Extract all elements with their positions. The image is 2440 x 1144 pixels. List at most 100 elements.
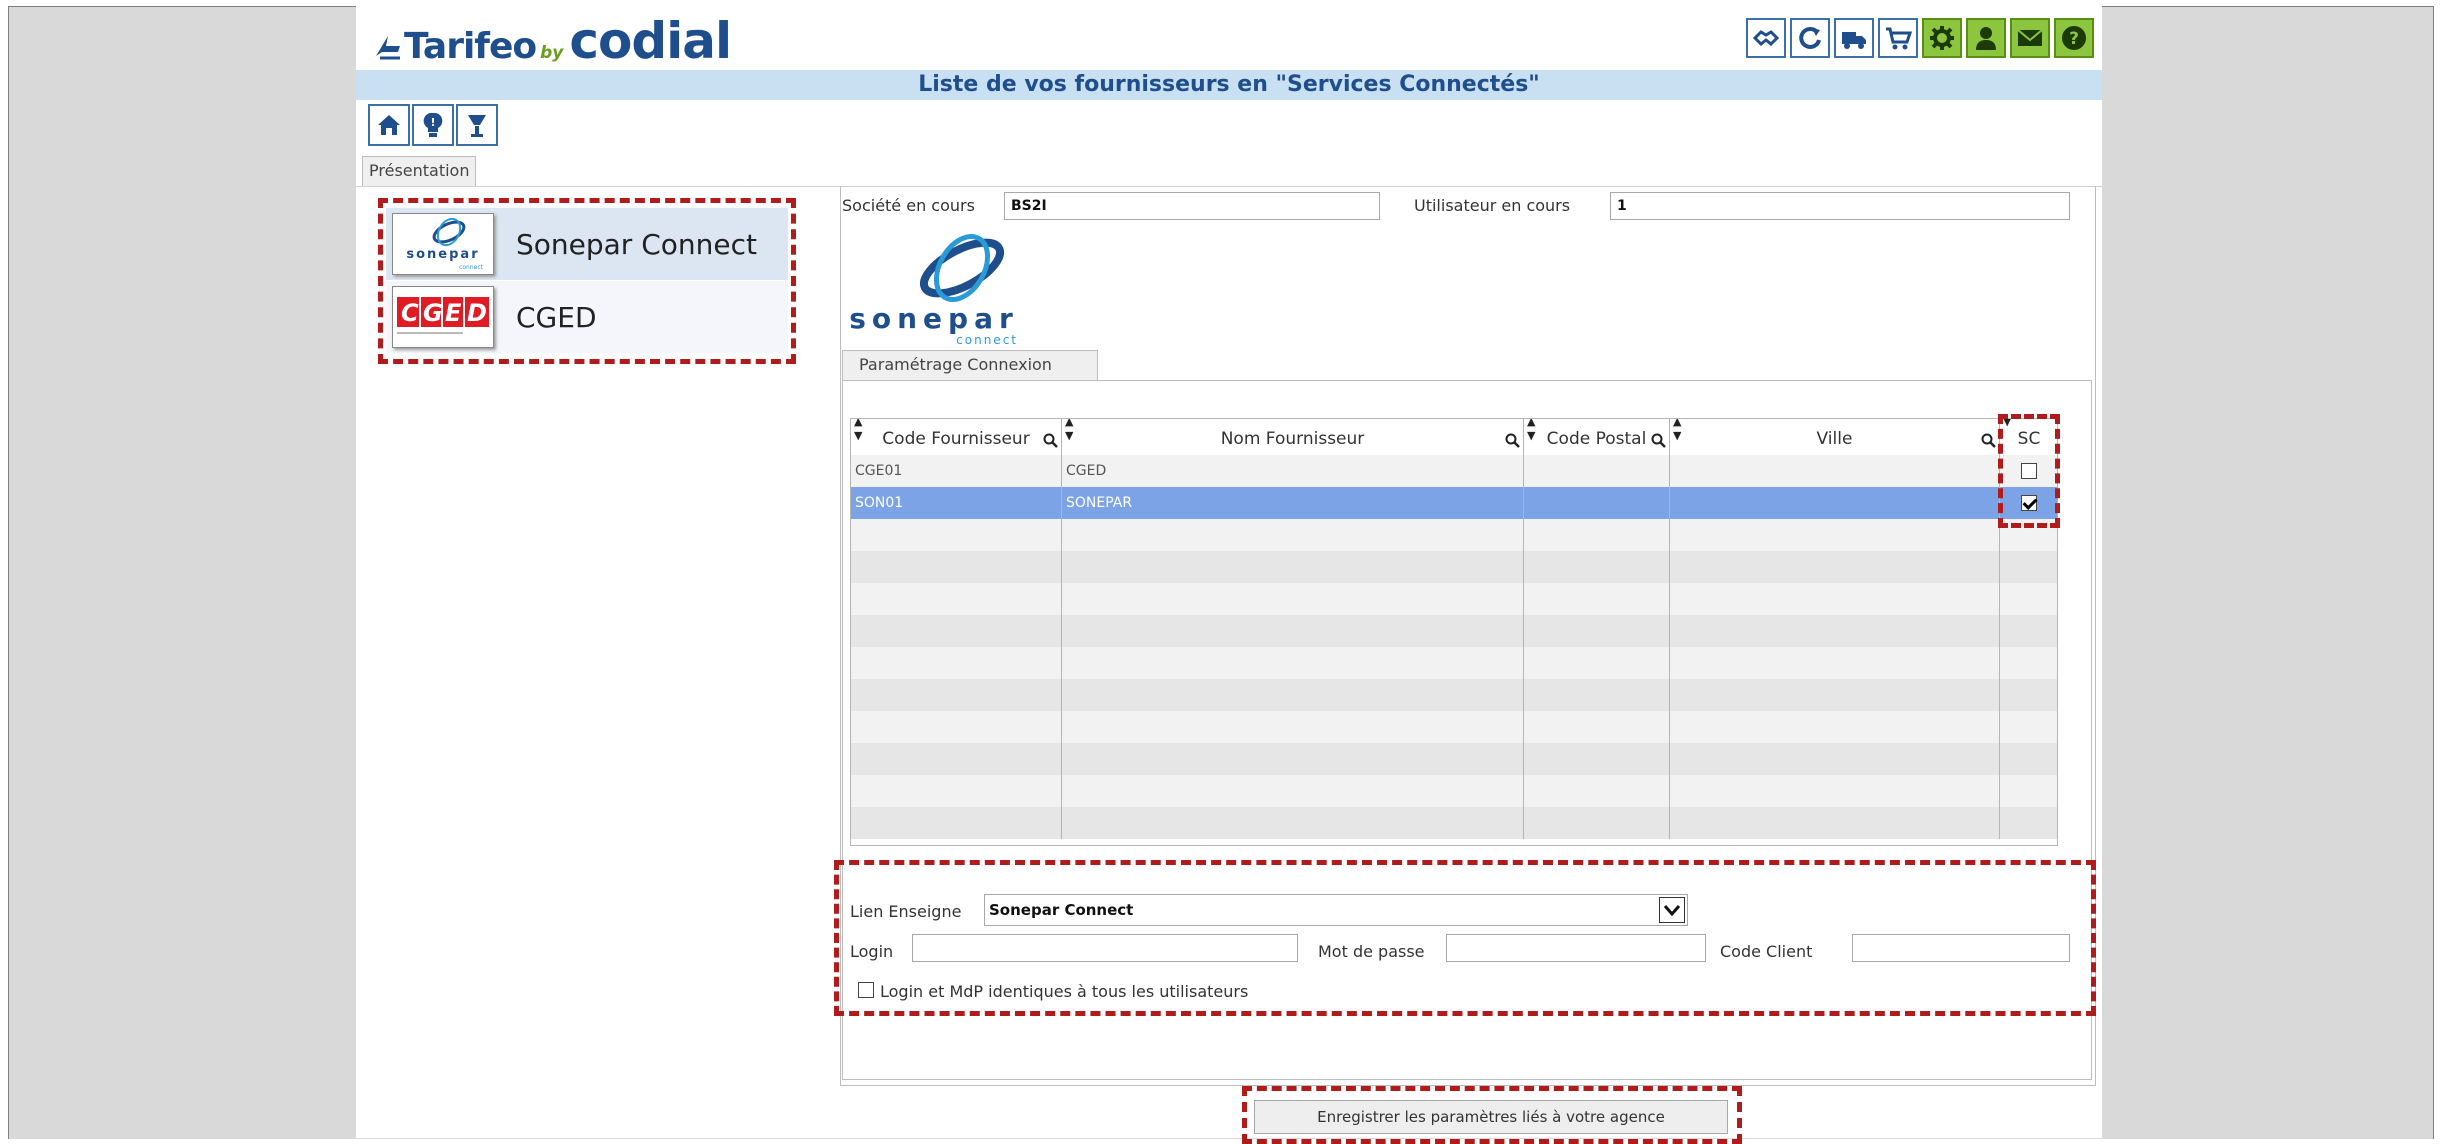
- svg-text:sonepar: sonepar: [406, 247, 479, 262]
- sc-column-highlight: [1998, 414, 2060, 528]
- sonepar-logo-word: sonepar: [849, 302, 1019, 335]
- lightbulb-icon[interactable]: !: [412, 104, 454, 146]
- table-cell: [1524, 519, 1670, 551]
- save-button[interactable]: Enregistrer les paramètres liés à votre …: [1254, 1100, 1728, 1134]
- lien-enseigne-select[interactable]: Sonepar Connect: [984, 894, 1688, 926]
- table-cell: [1062, 615, 1524, 647]
- table-cell: [1670, 711, 2000, 743]
- supplier-name: Sonepar Connect: [516, 227, 757, 261]
- page-title: Liste de vos fournisseurs en "Services C…: [356, 70, 2102, 100]
- logo-by: by: [540, 43, 564, 63]
- table-cell: [851, 807, 1062, 839]
- table-cell: CGE01: [851, 455, 1062, 487]
- handshake-icon[interactable]: [1746, 18, 1786, 58]
- sort-icon[interactable]: ▲ ▼: [854, 419, 862, 443]
- table-cell: [1670, 487, 2000, 519]
- user-icon[interactable]: [1966, 18, 2006, 58]
- table-cell: [2000, 583, 2057, 615]
- sonepar-logo-thumb: sonepar connect: [392, 213, 494, 275]
- svg-text:C: C: [401, 299, 419, 327]
- empty-table-row: [851, 775, 2057, 807]
- table-cell: [851, 679, 1062, 711]
- table-cell: [1524, 679, 1670, 711]
- login-label: Login: [850, 942, 894, 961]
- table-cell: [2000, 807, 2057, 839]
- empty-table-row: [851, 679, 2057, 711]
- column-header-code-postal[interactable]: ▲ ▼ Code Postal: [1524, 419, 1670, 455]
- table-cell: [1062, 679, 1524, 711]
- societe-field[interactable]: BS2I: [1004, 192, 1380, 220]
- table-row[interactable]: SON01 SONEPAR: [851, 487, 2057, 519]
- svg-text:D: D: [467, 299, 487, 327]
- svg-text:G: G: [423, 299, 443, 327]
- table-cell: [2000, 647, 2057, 679]
- table-cell: [1670, 775, 2000, 807]
- empty-table-row: [851, 743, 2057, 775]
- table-cell: [1670, 519, 2000, 551]
- login-field[interactable]: [912, 934, 1298, 962]
- utilisateur-field[interactable]: 1: [1610, 192, 2070, 220]
- table-cell: [1670, 647, 2000, 679]
- search-icon[interactable]: [1043, 433, 1059, 449]
- utilisateur-label: Utilisateur en cours: [1414, 196, 1571, 215]
- table-cell: [1062, 583, 1524, 615]
- svg-text:!: !: [430, 116, 435, 129]
- table-cell: [1670, 551, 2000, 583]
- shared-credentials-checkbox[interactable]: [858, 982, 874, 998]
- table-cell: [1670, 455, 2000, 487]
- cart-icon[interactable]: [1878, 18, 1918, 58]
- table-row[interactable]: CGE01 CGED: [851, 455, 2057, 487]
- search-icon[interactable]: [1651, 433, 1667, 449]
- code-client-label: Code Client: [1720, 942, 1813, 961]
- table-cell: [1670, 679, 2000, 711]
- table-cell: [851, 711, 1062, 743]
- column-header-nom-fournisseur[interactable]: ▲ ▼ Nom Fournisseur: [1062, 419, 1524, 455]
- mail-icon[interactable]: [2010, 18, 2050, 58]
- settings-icon[interactable]: [1922, 18, 1962, 58]
- table-cell: [1670, 615, 2000, 647]
- lien-enseigne-label: Lien Enseigne: [850, 902, 962, 921]
- supplier-item-cged[interactable]: CGED CGED: [386, 281, 788, 353]
- tab-presentation[interactable]: Présentation: [362, 156, 476, 186]
- column-header-code-fournisseur[interactable]: ▲ ▼ Code Fournisseur: [851, 419, 1062, 455]
- table-cell: [1524, 551, 1670, 583]
- sort-icon[interactable]: ▲ ▼: [1527, 419, 1535, 443]
- chevron-down-icon[interactable]: [1659, 897, 1685, 923]
- tarifeo-codial-logo: Tarifeo by codial: [374, 12, 732, 70]
- top-toolbar: ?: [1746, 18, 2094, 58]
- home-icon[interactable]: [368, 104, 410, 146]
- sort-icon[interactable]: ▲ ▼: [1065, 419, 1073, 443]
- table-cell: [1062, 551, 1524, 583]
- sort-icon[interactable]: ▲ ▼: [1673, 419, 1681, 443]
- column-label: Code Fournisseur: [882, 429, 1030, 449]
- table-cell: [1524, 455, 1670, 487]
- code-client-field[interactable]: [1852, 934, 2070, 962]
- empty-table-row: [851, 807, 2057, 839]
- supplier-list-highlight: sonepar connect Sonepar Connect CGED CGE…: [378, 198, 796, 364]
- help-icon[interactable]: ?: [2054, 18, 2094, 58]
- column-label: Ville: [1816, 429, 1853, 449]
- table-cell: [1524, 487, 1670, 519]
- svg-text:connect: connect: [459, 264, 484, 271]
- empty-table-row: [851, 711, 2057, 743]
- mot-de-passe-field[interactable]: [1446, 934, 1706, 962]
- column-header-ville[interactable]: ▲ ▼ Ville: [1670, 419, 2000, 455]
- cged-logo-thumb: CGED: [392, 286, 494, 348]
- table-cell: [2000, 775, 2057, 807]
- lamp-icon[interactable]: [456, 104, 498, 146]
- supplier-item-sonepar[interactable]: sonepar connect Sonepar Connect: [386, 208, 788, 280]
- tab-parametrage-connexion[interactable]: Paramétrage Connexion: [842, 350, 1098, 380]
- truck-icon[interactable]: [1834, 18, 1874, 58]
- table-cell: [851, 743, 1062, 775]
- search-icon[interactable]: [1981, 433, 1997, 449]
- table-cell: [2000, 551, 2057, 583]
- search-icon[interactable]: [1505, 433, 1521, 449]
- table-cell: [1062, 743, 1524, 775]
- refresh-icon[interactable]: [1790, 18, 1830, 58]
- table-cell: [851, 519, 1062, 551]
- table-cell: [1524, 807, 1670, 839]
- mot-de-passe-label: Mot de passe: [1318, 942, 1425, 961]
- table-cell: [2000, 711, 2057, 743]
- app-page: Tarifeo by codial ? Liste de vos fournis…: [356, 6, 2102, 1144]
- table-cell: [851, 551, 1062, 583]
